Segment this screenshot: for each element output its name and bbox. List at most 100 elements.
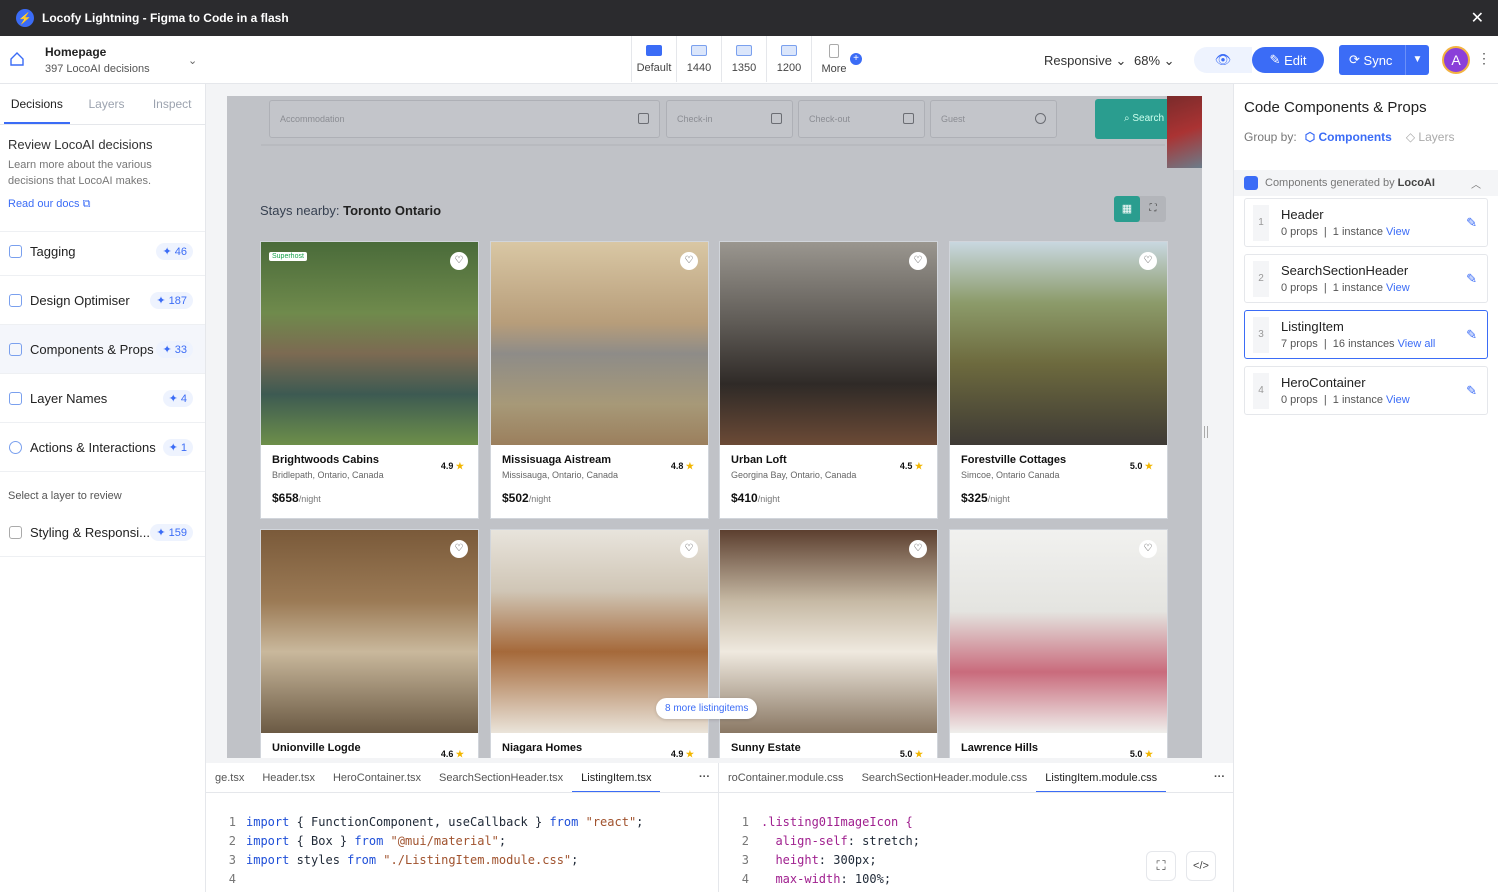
component-number: 4: [1253, 373, 1269, 409]
line-number: 4: [228, 872, 236, 886]
device-1350[interactable]: 1350: [721, 36, 766, 82]
pencil-icon[interactable]: ✎: [1466, 327, 1477, 343]
view-link[interactable]: View: [1386, 282, 1410, 294]
sidebar-item-components[interactable]: Components & Props ✦ 33: [0, 325, 205, 373]
heart-icon[interactable]: ♡: [450, 540, 468, 558]
heart-icon[interactable]: ♡: [680, 252, 698, 270]
more-tabs-icon[interactable]: ···: [699, 763, 710, 791]
listing-price: $325/night: [961, 491, 1010, 505]
sync-button[interactable]: ⟳ Sync ▼: [1339, 45, 1429, 75]
pencil-icon[interactable]: ✎: [1466, 383, 1477, 399]
sidebar-item-design-optimiser[interactable]: Design Optimiser ✦ 187: [0, 276, 205, 324]
component-item[interactable]: 3 ListingItem 7 props | 16 instances View …: [1244, 310, 1488, 359]
heart-icon[interactable]: ♡: [1139, 540, 1157, 558]
listing-rating: 5.0 ★: [1130, 749, 1153, 758]
sidebar-item-actions[interactable]: Actions & Interactions ✦ 1: [0, 423, 205, 471]
code-line: align-self: stretch;: [761, 834, 920, 848]
docs-link[interactable]: Read our docs ⧉: [8, 198, 197, 211]
more-listingitems-pill[interactable]: 8 more listingitems: [656, 698, 758, 719]
listing-card[interactable]: ♡ Unionville Logde 4.6 ★: [260, 529, 479, 758]
listing-rating: 5.0 ★: [1130, 461, 1153, 472]
listing-card[interactable]: ♡ Sunny Estate 5.0 ★: [719, 529, 938, 758]
heart-icon[interactable]: ♡: [450, 252, 468, 270]
project-info[interactable]: Homepage 397 LocoAI decisions: [45, 45, 150, 75]
count-value: 1: [180, 441, 187, 454]
fullscreen-icon[interactable]: ⛶: [1146, 851, 1176, 881]
map-view-icon[interactable]: ⛶: [1140, 196, 1166, 222]
sync-dropdown-icon[interactable]: ▼: [1405, 45, 1429, 75]
sidebar-item-tagging[interactable]: Tagging ✦ 46: [0, 227, 205, 275]
lightning-icon: ⚡: [16, 9, 34, 27]
preview-button[interactable]: 👁: [1194, 47, 1252, 73]
device-label: 1440: [686, 61, 712, 74]
view-link[interactable]: View: [1386, 394, 1410, 406]
tag-icon: [9, 244, 22, 258]
listing-name: Sunny Estate: [731, 742, 801, 754]
code-tab[interactable]: SearchSectionHeader.tsx: [430, 763, 572, 792]
sync-label: Sync: [1363, 52, 1393, 68]
checkout-field[interactable]: Check-out: [798, 100, 925, 138]
listing-card[interactable]: Superhost ♡ Brightwoods Cabins Bridlepath, …: [260, 241, 479, 519]
guest-field[interactable]: Guest: [930, 100, 1057, 138]
more-tabs-icon[interactable]: ···: [1214, 763, 1225, 791]
code-tab[interactable]: SearchSectionHeader.module.css: [853, 763, 1037, 792]
component-item[interactable]: 2 SearchSectionHeader 0 props | 1 instance…: [1244, 254, 1488, 303]
code-tab[interactable]: roContainer.module.css: [719, 763, 853, 792]
listing-card[interactable]: ♡ Missisuaga Aistream Missisauga, Ontario,…: [490, 241, 709, 519]
heart-icon[interactable]: ♡: [1139, 252, 1157, 270]
checkin-field[interactable]: Check-in: [666, 100, 793, 138]
instance-count: 1 instance: [1332, 226, 1383, 238]
divider: [0, 471, 205, 472]
tab-layers[interactable]: Layers: [74, 84, 140, 124]
listing-location: Bridlepath, Ontario, Canada: [272, 470, 384, 480]
listing-card[interactable]: ♡ Lawrence Hills 5.0 ★: [949, 529, 1168, 758]
pencil-icon[interactable]: ✎: [1466, 215, 1477, 231]
add-device-icon[interactable]: +: [850, 53, 862, 65]
edit-button[interactable]: ✎ Edit: [1252, 47, 1324, 73]
device-1200[interactable]: 1200: [766, 36, 811, 82]
device-1440[interactable]: 1440: [676, 36, 721, 82]
code-tab-active[interactable]: ListingItem.tsx: [572, 763, 661, 792]
view-link[interactable]: View all: [1398, 338, 1436, 350]
chevron-up-icon[interactable]: ︿: [1471, 176, 1481, 191]
tab-decisions[interactable]: Decisions: [4, 84, 70, 124]
zoom-dropdown[interactable]: 68% ⌄: [1134, 53, 1175, 69]
component-item[interactable]: 1 Header 0 props | 1 instance View ✎: [1244, 198, 1488, 247]
code-tab[interactable]: ge.tsx: [206, 763, 253, 792]
listing-card[interactable]: ♡ Urban Loft Georgina Bay, Ontario, Canada…: [719, 241, 938, 519]
home-icon[interactable]: [10, 52, 24, 66]
preview-frame[interactable]: Accommodation Check-in Check-out Guest ⌕…: [227, 96, 1202, 758]
listing-card[interactable]: ♡ Forestville Cottages Simcoe, Ontario Can…: [949, 241, 1168, 519]
heart-icon[interactable]: ♡: [909, 252, 927, 270]
device-label: More: [821, 62, 847, 75]
avatar[interactable]: A: [1442, 46, 1470, 74]
sidebar-item-styling[interactable]: Styling & Responsi... ✦ 159: [0, 508, 205, 556]
code-tab[interactable]: Header.tsx: [253, 763, 324, 792]
generated-header[interactable]: Components generated by LocoAI ︿: [1234, 170, 1498, 196]
group-layers[interactable]: ◇ Layers: [1406, 130, 1455, 144]
view-link[interactable]: View: [1386, 226, 1410, 238]
tab-inspect[interactable]: Inspect: [139, 84, 205, 124]
kebab-menu-icon[interactable]: ⋮: [1477, 50, 1491, 67]
pencil-icon[interactable]: ✎: [1466, 271, 1477, 287]
device-default[interactable]: Default: [631, 36, 676, 82]
listing-location: Georgina Bay, Ontario, Canada: [731, 470, 857, 480]
sidebar-item-layer-names[interactable]: Layer Names ✦ 4: [0, 374, 205, 422]
code-view-icon[interactable]: </>: [1186, 851, 1216, 881]
close-icon[interactable]: ✕: [1471, 8, 1484, 28]
heart-icon[interactable]: ♡: [909, 540, 927, 558]
resize-handle[interactable]: [1204, 426, 1208, 438]
responsive-dropdown[interactable]: Responsive ⌄: [1044, 53, 1126, 69]
listing-image: [720, 242, 937, 445]
code-tab[interactable]: HeroContainer.tsx: [324, 763, 430, 792]
listing-card[interactable]: ♡ Niagara Homes 4.9 ★: [490, 529, 709, 758]
device-selector: Default 1440 1350 1200 More: [631, 36, 856, 82]
heart-icon[interactable]: ♡: [680, 540, 698, 558]
grid-view-icon[interactable]: ▦: [1114, 196, 1140, 222]
group-components[interactable]: ⬡ Components: [1305, 130, 1392, 144]
component-item[interactable]: 4 HeroContainer 0 props | 1 instance View ✎: [1244, 366, 1488, 415]
accommodation-field[interactable]: Accommodation: [269, 100, 660, 138]
code-editor-tsx[interactable]: 1 import { FunctionComponent, useCallback…: [206, 793, 718, 892]
code-tab-active[interactable]: ListingItem.module.css: [1036, 763, 1167, 792]
chevron-down-icon[interactable]: ⌄: [188, 54, 197, 67]
